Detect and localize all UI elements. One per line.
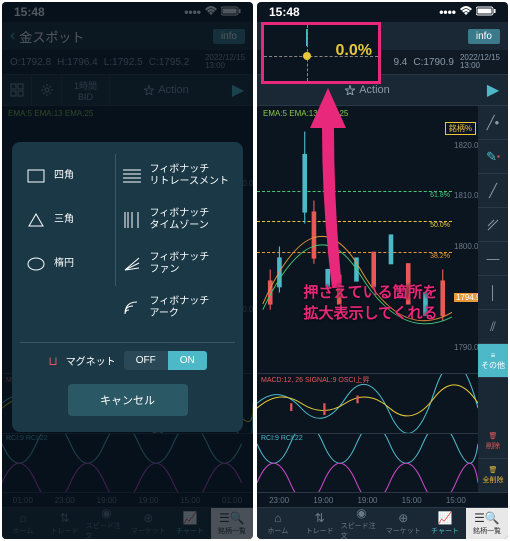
magnet-icon: ⊔ bbox=[48, 354, 57, 368]
triangle-icon bbox=[26, 210, 46, 230]
tool-fib-fan[interactable]: フィボナッチ ファン bbox=[116, 242, 236, 286]
tool-fib-arc[interactable]: フィボナッチ アーク bbox=[116, 286, 236, 330]
macd-label: MACD:12, 26 SIGNAL:9 OSCI上昇 bbox=[261, 375, 370, 385]
trade-icon: ⇅ bbox=[315, 511, 325, 525]
phone-left: 15:48 •••• ‹ 金スポット info O:1792.8 H:1796.… bbox=[2, 2, 253, 539]
status-bar: 15:48 •••• bbox=[257, 2, 508, 22]
tab-bar: ⌂ホーム ⇅トレード ◉スピード注文 ⊕マーケット 📈チャート ☰🔍銘柄一覧 bbox=[257, 507, 508, 539]
info-button[interactable]: info bbox=[468, 29, 500, 44]
play-icon[interactable]: ▶ bbox=[478, 80, 508, 100]
home-icon: ⌂ bbox=[274, 511, 281, 525]
phone-right: 15:48 •••• info 9.4 C:1790.9 2022/12/15 … bbox=[257, 2, 508, 539]
tool-channel-icon[interactable] bbox=[478, 208, 508, 242]
ohlc-date: 2022/12/15 13:00 bbox=[460, 54, 500, 70]
fib-arc-icon bbox=[122, 298, 142, 318]
fib-fan-icon bbox=[122, 254, 142, 274]
tool-ellipse[interactable]: 楕円 bbox=[20, 242, 116, 286]
annotation-text: 押さえている箇所を 拡大表示してくれる bbox=[273, 282, 468, 324]
trash-all-icon: 🗑 bbox=[489, 466, 498, 474]
fib-timezone-icon bbox=[122, 210, 142, 230]
ohlc-c: C:1790.9 bbox=[413, 57, 454, 68]
status-time: 15:48 bbox=[269, 5, 300, 19]
chart-icon: 📈 bbox=[438, 511, 453, 525]
y-axis: 1820.0 1810.0 1800.0 1794.9 1790.0 bbox=[452, 120, 478, 373]
magnet-toggle[interactable]: OFF ON bbox=[124, 351, 207, 370]
status-icons: •••• bbox=[439, 5, 496, 19]
drawing-tools-modal: 四角 フィボナッチ リトレースメント 三角 フィボナッチ タイムゾーン 楕円 フ… bbox=[12, 142, 243, 432]
delete-button[interactable]: 🗑削除 bbox=[478, 425, 508, 459]
rectangle-icon bbox=[26, 166, 46, 186]
action-button[interactable]: Action bbox=[257, 84, 478, 96]
oscillator-panel: MACD:12, 26 SIGNAL:9 OSCI上昇 RCI:9 RCI:22 bbox=[257, 373, 478, 493]
toggle-on[interactable]: ON bbox=[168, 351, 207, 370]
tool-fib-retracement[interactable]: フィボナッチ リトレースメント bbox=[116, 154, 236, 198]
tool-vline-icon[interactable]: │ bbox=[478, 276, 508, 310]
magnet-row: ⊔ マグネット OFF ON bbox=[20, 342, 235, 370]
tool-hline-icon[interactable]: — bbox=[478, 242, 508, 276]
speed-icon: ◉ bbox=[356, 506, 366, 520]
tab-chart[interactable]: 📈チャート bbox=[424, 508, 466, 539]
market-icon: ⊕ bbox=[398, 511, 408, 525]
tool-pen-icon[interactable]: ✎▪ bbox=[478, 140, 508, 174]
ohlc-partial: 9.4 bbox=[393, 57, 407, 68]
x-axis: 23:00 19:00 19:00 15:00 15:00 bbox=[257, 493, 478, 507]
wifi-icon bbox=[459, 5, 473, 19]
tool-rectangle[interactable]: 四角 bbox=[20, 154, 116, 198]
annotation-arrow bbox=[302, 88, 362, 293]
list-icon: ☰🔍 bbox=[474, 511, 500, 525]
tab-list[interactable]: ☰🔍銘柄一覧 bbox=[466, 508, 508, 539]
tool-parallel-icon[interactable]: ⫽ bbox=[478, 310, 508, 344]
tab-home[interactable]: ⌂ホーム bbox=[257, 508, 299, 539]
tool-line-icon[interactable]: ╱ bbox=[478, 174, 508, 208]
tool-fib-timezone[interactable]: フィボナッチ タイムゾーン bbox=[116, 198, 236, 242]
magnet-label: マグネット bbox=[66, 353, 116, 368]
trash-icon: 🗑 bbox=[489, 432, 498, 440]
signal-icon: •••• bbox=[439, 5, 456, 19]
tool-triangle[interactable]: 三角 bbox=[20, 198, 116, 242]
toggle-off[interactable]: OFF bbox=[124, 351, 168, 370]
tab-speed[interactable]: ◉スピード注文 bbox=[341, 508, 383, 539]
tool-trend-line-icon[interactable]: ╱• bbox=[478, 106, 508, 140]
tab-trade[interactable]: ⇅トレード bbox=[299, 508, 341, 539]
tool-other-button[interactable]: ≡その他 bbox=[478, 344, 508, 378]
tab-market[interactable]: ⊕マーケット bbox=[382, 508, 424, 539]
ema-label: EMA:5 EMA:13 EMA:25 bbox=[257, 106, 508, 120]
drawing-sidebar: ╱• ✎▪ ╱ — │ ⫽ ≡その他 🗑削除 🗑全削除 bbox=[478, 106, 508, 493]
magnifier-dot bbox=[303, 52, 311, 60]
magnifier-percent: 0.0% bbox=[336, 42, 372, 60]
cancel-button[interactable]: キャンセル bbox=[68, 384, 188, 416]
battery-icon bbox=[476, 5, 496, 19]
rci-label: RCI:9 RCI:22 bbox=[261, 435, 303, 442]
magnifier-overlay: 0.0% bbox=[261, 22, 381, 84]
delete-all-button[interactable]: 🗑全削除 bbox=[478, 459, 508, 493]
fib-retracement-icon bbox=[122, 166, 142, 186]
ellipse-icon bbox=[26, 254, 46, 274]
